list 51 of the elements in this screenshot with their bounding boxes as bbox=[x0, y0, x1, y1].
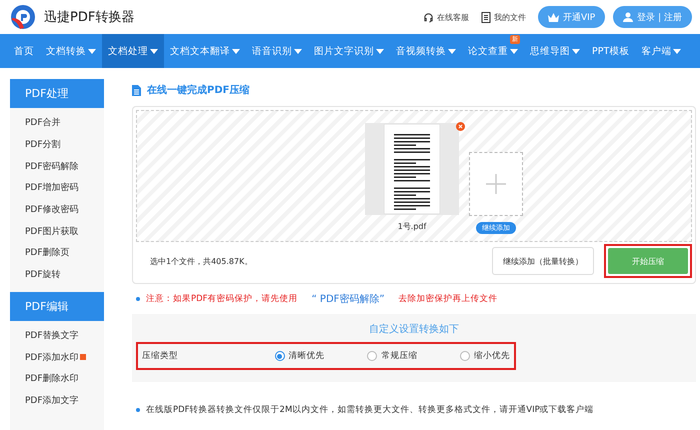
sidebar-link[interactable]: PDF密码解除 bbox=[10, 155, 104, 178]
sidebar-link[interactable]: PDF分割 bbox=[10, 134, 104, 156]
document-icon bbox=[132, 84, 141, 96]
sidebar-link[interactable]: PDF添加文字 bbox=[10, 390, 104, 412]
sidebar-heading: PDF处理 bbox=[10, 79, 104, 108]
nav-tab[interactable]: 图片文字识别 bbox=[308, 34, 390, 68]
sidebar-link[interactable]: PDF增加密码 bbox=[10, 177, 104, 199]
radio-option[interactable]: 清晰优先 bbox=[274, 350, 325, 362]
footnote-text: 在线版PDF转换器转换文件仅限于2M以内文件，如需转换更大文件、转换更多格式文件，请开通VIP或下载客户端 bbox=[146, 404, 594, 416]
sidebar-link[interactable]: PDF添加水印 bbox=[10, 346, 104, 368]
add-file-tile[interactable] bbox=[469, 152, 523, 216]
crown-icon bbox=[548, 12, 559, 22]
sidebar-link[interactable]: PDF旋转 bbox=[10, 264, 104, 286]
sidebar-link[interactable]: PDF合并 bbox=[10, 112, 104, 134]
nav-tab[interactable]: 文档处理 bbox=[102, 34, 164, 68]
headset-icon bbox=[422, 12, 434, 22]
nav-tab[interactable]: 首页 bbox=[8, 34, 40, 68]
bullet-icon bbox=[136, 408, 140, 412]
notice-text: 注意：如果PDF有密码保护，请先使用 bbox=[146, 293, 298, 305]
nav-tab[interactable]: 语音识别 bbox=[246, 34, 308, 68]
nav-tab[interactable]: 文档转换 bbox=[40, 34, 102, 68]
sidebar-link[interactable]: PDF修改密码 bbox=[10, 198, 104, 220]
page-title: 在线一键完成PDF压缩 bbox=[147, 83, 250, 97]
nav-tab[interactable]: PPT模板 bbox=[586, 34, 636, 68]
password-removal-link[interactable]: “ PDF密码解除” bbox=[312, 292, 385, 306]
bullet-icon bbox=[136, 297, 140, 301]
settings-title: 自定义设置转换如下 bbox=[368, 322, 460, 336]
notice-text: 去除加密保护再上传文件 bbox=[398, 293, 498, 305]
nav-tab[interactable]: 音视频转换 bbox=[390, 34, 462, 68]
logo-text: 迅捷PDF转换器 bbox=[44, 9, 134, 26]
document-icon bbox=[480, 12, 491, 22]
radio-option[interactable]: 常规压缩 bbox=[367, 350, 418, 362]
sidebar-link[interactable]: PDF删除水印 bbox=[10, 368, 104, 390]
header-link[interactable]: 在线客服 bbox=[422, 12, 469, 22]
header-link[interactable]: 我的文件 bbox=[480, 12, 526, 22]
sidebar-heading: PDF编辑 bbox=[10, 292, 104, 320]
batch-add-button[interactable]: 继续添加（批量转换） bbox=[492, 247, 594, 275]
close-icon[interactable] bbox=[456, 122, 465, 131]
nav-tab[interactable]: 客户端 bbox=[635, 34, 688, 68]
plus-icon bbox=[486, 174, 506, 194]
sidebar-link[interactable]: PDF图片获取 bbox=[10, 220, 104, 242]
file-name: 1号.pdf bbox=[398, 221, 426, 232]
radio-option[interactable]: 缩小优先 bbox=[460, 350, 510, 362]
field-label: 压缩类型 bbox=[142, 350, 179, 362]
selection-summary: 选中1个文件，共405.87K。 bbox=[150, 256, 254, 266]
nav-tab[interactable]: 文档文本翻译 bbox=[164, 34, 246, 68]
sidebar-link[interactable]: PDF删除页 bbox=[10, 242, 104, 264]
sidebar-link[interactable]: PDF替换文字 bbox=[10, 324, 104, 346]
user-icon bbox=[623, 12, 634, 22]
nav-tab[interactable]: 思维导图 bbox=[524, 34, 586, 68]
logo-icon bbox=[10, 4, 36, 30]
